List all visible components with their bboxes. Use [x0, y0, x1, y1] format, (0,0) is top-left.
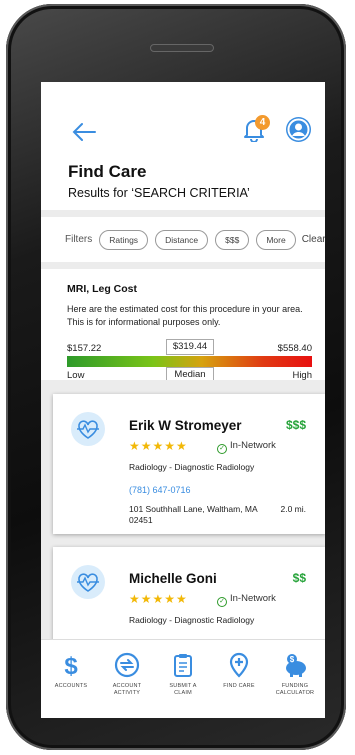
cost-description: Here are the estimated cost for this pro…	[67, 304, 303, 327]
phone-frame: 4 Find Care Results for ‘SEARCH CRITERIA…	[6, 4, 346, 750]
clear-filters-button[interactable]: Clear	[302, 234, 325, 245]
median-cost-value: $319.44	[166, 339, 214, 355]
filters-label: Filters	[65, 234, 93, 245]
activity-icon	[114, 652, 140, 678]
filter-chip-ratings[interactable]: Ratings	[99, 229, 149, 250]
star-rating: ★★★★★	[129, 439, 188, 453]
page-title: Find Care	[68, 162, 147, 181]
provider-avatar	[71, 412, 105, 446]
network-label: In-Network	[230, 440, 276, 451]
check-circle-icon: ✓	[217, 597, 227, 607]
provider-name[interactable]: Erik W Stromeyer	[129, 418, 242, 433]
nav-funding-calculator[interactable]: $ FUNDING CALCULATOR	[269, 640, 321, 718]
piggy-bank-icon: $	[282, 652, 308, 678]
provider-name[interactable]: Michelle Goni	[129, 571, 217, 586]
nav-account-activity[interactable]: ACCOUNT ACTIVITY	[101, 640, 153, 718]
profile-button[interactable]	[286, 117, 311, 142]
filter-chip-price[interactable]: $$$	[215, 229, 250, 250]
notification-badge: 4	[255, 115, 270, 130]
user-icon	[287, 118, 310, 141]
divider	[41, 210, 325, 217]
dollar-icon: $	[58, 652, 84, 678]
divider	[41, 262, 325, 269]
network-status: ✓ In-Network	[217, 440, 276, 454]
star-rating: ★★★★★	[129, 592, 188, 606]
provider-price: $$	[292, 571, 306, 585]
arrow-left-icon	[72, 123, 96, 141]
heart-pulse-icon	[77, 573, 99, 592]
provider-specialty: Radiology - Diagnostic Radiology	[129, 615, 255, 625]
check-circle-icon: ✓	[217, 444, 227, 454]
nav-label: SUBMIT A CLAIM	[169, 683, 197, 696]
procedure-title: MRI, Leg Cost	[67, 283, 137, 295]
cost-estimate-panel: MRI, Leg Cost Here are the estimated cos…	[41, 269, 325, 383]
speaker-grille	[150, 44, 214, 52]
provider-specialty: Radiology - Diagnostic Radiology	[129, 462, 255, 472]
provider-distance: 2.0 mi.	[280, 504, 306, 514]
back-button[interactable]	[71, 120, 97, 147]
location-pin-icon	[226, 652, 252, 678]
heart-pulse-icon	[77, 420, 99, 439]
provider-card[interactable]: Erik W Stromeyer $$$ ★★★★★ ✓ In-Network R…	[53, 394, 325, 534]
low-cost-value: $157.22	[67, 343, 102, 354]
app-screen: 4 Find Care Results for ‘SEARCH CRITERIA…	[41, 82, 325, 718]
header: 4 Find Care Results for ‘SEARCH CRITERIA…	[41, 82, 325, 210]
nav-find-care[interactable]: FIND CARE	[213, 640, 265, 718]
nav-label: ACCOUNT ACTIVITY	[112, 683, 142, 696]
filter-chip-more[interactable]: More	[256, 229, 296, 250]
provider-list[interactable]: Erik W Stromeyer $$$ ★★★★★ ✓ In-Network R…	[41, 380, 325, 657]
provider-avatar	[71, 565, 105, 599]
page-subtitle: Results for ‘SEARCH CRITERIA’	[68, 186, 250, 200]
nav-accounts[interactable]: $ ACCOUNTS	[45, 640, 97, 718]
provider-price: $$$	[285, 418, 306, 432]
network-label: In-Network	[230, 593, 276, 604]
provider-address: 101 Southhall Lane, Waltham, MA 02451	[129, 504, 258, 525]
filter-chip-distance[interactable]: Distance	[155, 229, 209, 250]
nav-label: ACCOUNTS	[54, 683, 88, 689]
svg-text:$: $	[64, 653, 78, 678]
nav-label: FIND CARE	[223, 683, 255, 689]
clipboard-icon	[170, 652, 196, 678]
nav-label: FUNDING CALCULATOR	[275, 683, 315, 696]
provider-phone[interactable]: (781) 647-0716	[129, 485, 191, 495]
bottom-nav: $ ACCOUNTS ACCOUNT ACTIVITY SUBMIT A CLA…	[41, 639, 325, 718]
cost-range-bar	[67, 356, 312, 367]
filter-bar: Filters Ratings Distance $$$ More Clear	[41, 217, 325, 262]
network-status: ✓ In-Network	[217, 593, 276, 607]
svg-text:$: $	[290, 655, 295, 664]
nav-submit-claim[interactable]: SUBMIT A CLAIM	[157, 640, 209, 718]
high-cost-value: $558.40	[277, 343, 312, 354]
